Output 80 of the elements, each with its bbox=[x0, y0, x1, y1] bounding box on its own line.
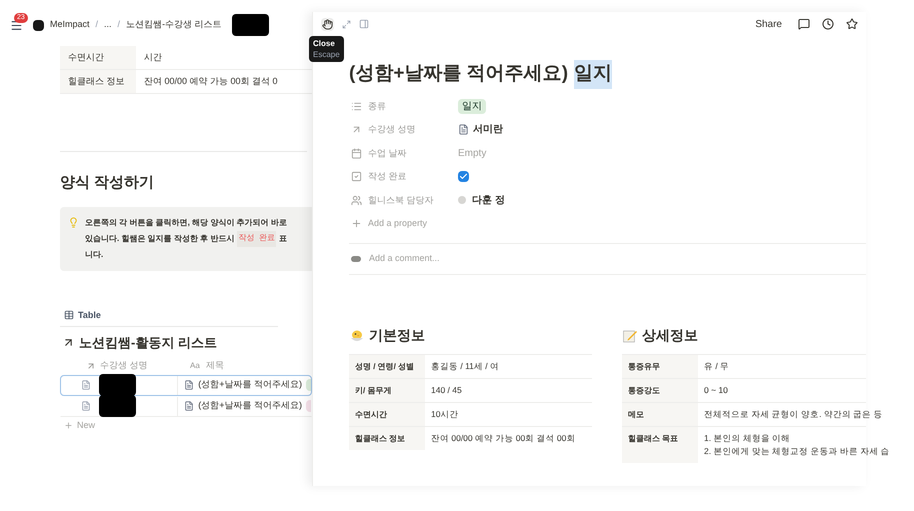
chick-icon bbox=[349, 328, 365, 344]
breadcrumb-separator: / bbox=[118, 18, 120, 32]
breadcrumb-separator: / bbox=[96, 18, 98, 32]
table-row[interactable]: (성함+날짜를 적어주세요) bbox=[60, 396, 312, 416]
table-label-cell: 수면시간 bbox=[349, 403, 425, 426]
page-icon bbox=[458, 124, 469, 136]
table-cell-text: 2. 본인에게 맞는 체형교정 운동과 바른 자세 습 bbox=[704, 445, 890, 458]
table-row[interactable]: (성함+날짜를 적어주세요) bbox=[60, 374, 312, 396]
page-icon bbox=[81, 401, 91, 411]
relation-link[interactable]: 서미란 bbox=[473, 122, 503, 138]
inline-code: 작성 완료 bbox=[237, 230, 276, 246]
page-icon bbox=[184, 401, 194, 411]
expand-icon[interactable] bbox=[342, 20, 351, 28]
breadcrumb-item[interactable]: ... bbox=[104, 18, 112, 32]
table-cell-text: 140 / 45 bbox=[431, 384, 462, 397]
table-label-cell: 힐클래스 정보 bbox=[349, 427, 425, 450]
plus-icon bbox=[64, 420, 73, 430]
table-cell-text: 10시간 bbox=[431, 408, 458, 421]
section-heading: 상세정보 bbox=[642, 326, 698, 345]
table-cell-text: 유 / 무 bbox=[704, 360, 730, 373]
table-cell-text: 전체적으로 자세 균형이 양호. 약간의 굽은 등 bbox=[704, 408, 883, 421]
favorite-icon[interactable] bbox=[846, 18, 858, 30]
avatar bbox=[351, 256, 361, 262]
arrow-icon bbox=[86, 360, 96, 370]
page-title: (성함+날짜를 적어주세요) bbox=[349, 62, 568, 86]
tooltip-shortcut: Escape bbox=[313, 49, 340, 60]
row-title[interactable]: (성함+날짜를 적어주세요) bbox=[198, 378, 302, 392]
table-cell-text: 1. 본인의 체형을 이해 bbox=[704, 432, 792, 445]
table-label-cell: 성명 / 연령/ 성별 bbox=[349, 355, 425, 378]
redaction-block bbox=[99, 395, 136, 417]
section-heading: 양식 작성하기 bbox=[60, 173, 156, 193]
callout-text: 니다. bbox=[85, 248, 104, 260]
table-cell-text: 잔여 00/00 예약 가능 00회 결석 00회 bbox=[431, 432, 576, 445]
sidebar-icon[interactable] bbox=[359, 19, 369, 29]
highlighted-title-text: 일지 bbox=[574, 60, 612, 88]
row-title[interactable]: (성함+날짜를 적어주세요) bbox=[198, 399, 302, 413]
table-cell-text: 0 ~ 10 bbox=[704, 384, 728, 397]
avatar bbox=[458, 196, 466, 204]
table-label-cell: 통증유무 bbox=[622, 355, 698, 378]
table-label-cell: 수면시간 bbox=[60, 46, 136, 69]
breadcrumb-item[interactable]: MeImpact bbox=[50, 18, 90, 32]
table-label-cell: 키/ 몸무게 bbox=[349, 379, 425, 402]
section-heading: 기본정보 bbox=[369, 326, 425, 345]
text-type-icon: Aa bbox=[190, 360, 200, 372]
database-title[interactable]: 노션킴쌤-활동지 리스트 bbox=[79, 333, 217, 352]
close-button[interactable] bbox=[321, 18, 334, 30]
select-tag[interactable]: 일지 bbox=[458, 98, 486, 114]
callout-text: 오른쪽의 각 버튼을 클릭하면, 해당 양식이 추가되어 바로 bbox=[85, 216, 288, 228]
callout-text: 있습니다. 힐쌤은 일지를 작성한 후 반드시 bbox=[85, 232, 234, 244]
list-icon bbox=[351, 100, 362, 112]
breadcrumb-item[interactable]: 노션킴쌤-수강생 리스트 bbox=[126, 18, 222, 32]
redaction-block bbox=[99, 374, 136, 396]
table-label-cell: 힐클래스 목표 bbox=[622, 427, 698, 463]
lightbulb-icon bbox=[68, 216, 79, 228]
table-cell-text: 잔여 00/00 예약 가능 00회 결석 0 bbox=[143, 74, 279, 88]
share-button[interactable]: Share bbox=[755, 16, 782, 32]
tooltip-title: Close bbox=[313, 38, 336, 49]
table-cell-text: 시간 bbox=[143, 50, 163, 64]
history-icon[interactable] bbox=[822, 18, 834, 30]
page-icon bbox=[81, 380, 91, 390]
page-icon bbox=[184, 380, 194, 390]
callout-text: 표 bbox=[279, 232, 288, 244]
view-tab[interactable]: Table bbox=[78, 308, 101, 322]
hand-cursor-icon bbox=[322, 18, 333, 30]
arrow-icon bbox=[351, 124, 362, 136]
table-cell-text: 홍길동 / 11세 / 여 bbox=[431, 360, 499, 373]
plus-icon bbox=[351, 218, 362, 229]
person-name[interactable]: 다훈 정 bbox=[472, 192, 505, 208]
table-label-cell: 통증강도 bbox=[622, 379, 698, 402]
calendar-icon bbox=[351, 148, 362, 159]
table-icon bbox=[64, 310, 74, 320]
checkbox-icon bbox=[351, 171, 362, 182]
table-label-cell: 메모 bbox=[622, 403, 698, 426]
redaction-block bbox=[232, 14, 269, 36]
workspace-logo bbox=[33, 20, 44, 30]
comment-icon[interactable] bbox=[798, 18, 810, 30]
table-label-cell: 힐클래스 정보 bbox=[60, 70, 136, 93]
memo-icon bbox=[622, 328, 638, 344]
people-icon bbox=[351, 194, 362, 206]
checkbox[interactable] bbox=[458, 171, 469, 182]
